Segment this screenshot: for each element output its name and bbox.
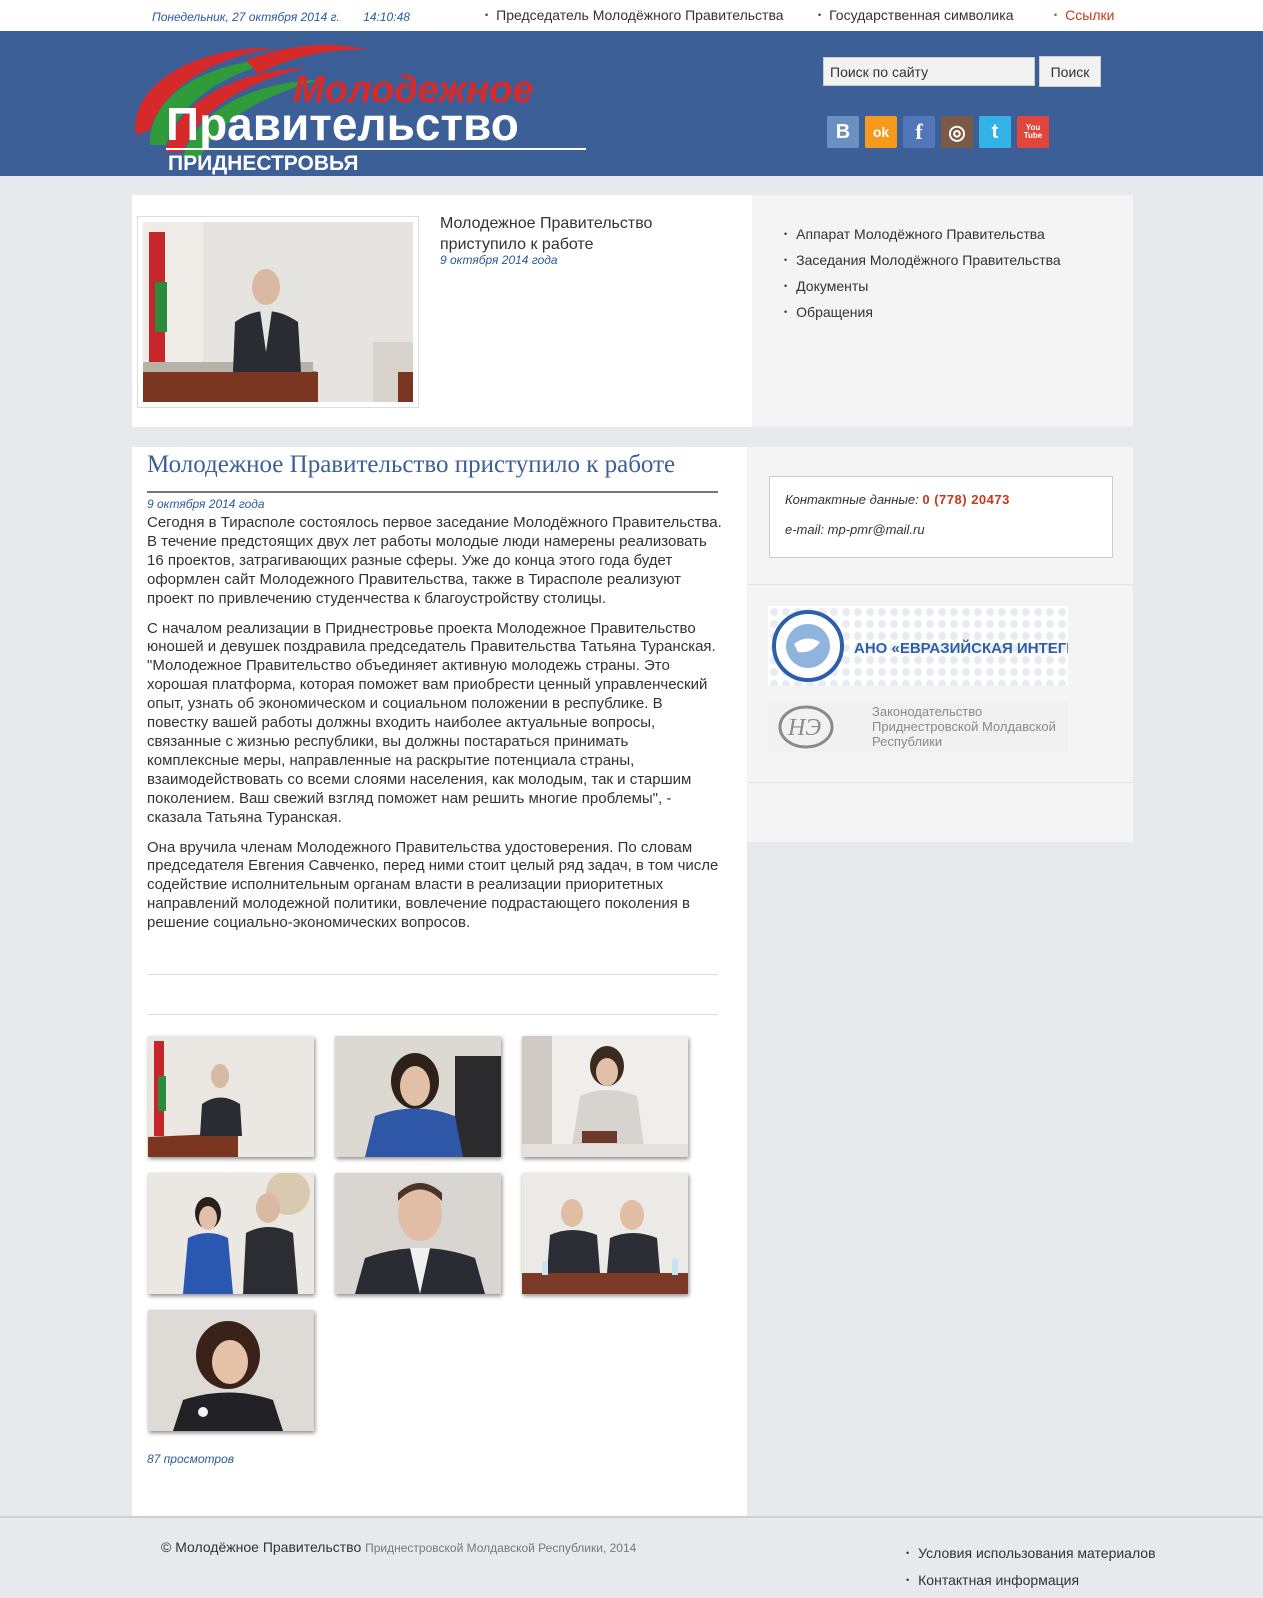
gallery-thumb-4[interactable] [148,1173,314,1294]
footer-link-terms[interactable]: Условия использования материалов [906,1541,1155,1568]
footer-divider [0,1516,1263,1518]
top-bar: Понедельник, 27 октября 2014 г. 14:10:48… [0,0,1263,31]
divider [147,974,718,975]
copyright-main: © Молодёжное Правительство [161,1539,362,1555]
side-menu-item-documents[interactable]: Документы [784,274,1061,300]
gallery-thumb-7[interactable] [148,1310,314,1431]
copyright-rest: Приднестровской Молдавской Республики, 2… [365,1541,637,1555]
featured-date: 9 октября 2014 года [440,253,558,267]
featured-photo [143,222,413,402]
legislation-line1: Законодательство [872,704,982,719]
youtube-icon[interactable]: You Tube [1017,116,1049,148]
eurasian-banner-text: АНО «ЕВРАЗИЙСКАЯ ИНТЕГРАЦИЯ» [854,639,1068,657]
article-title-underline [147,491,718,493]
side-menu: Аппарат Молодёжного Правительства Заседа… [784,222,1061,326]
legislation-banner[interactable]: НЭ Законодательство Приднестровской Молд… [768,702,1068,752]
footer-copyright: © Молодёжное Правительство Приднестровск… [161,1539,636,1555]
gallery-thumb-3[interactable] [522,1036,688,1157]
svg-text:НЭ: НЭ [787,715,821,741]
article-paragraph: Она вручила членам Молодежного Правитель… [147,838,719,932]
contact-label: Контактные данные: [785,492,919,507]
search-button[interactable]: Поиск [1039,56,1101,87]
article-date: 9 октября 2014 года [147,497,265,511]
article-views: 87 просмотров [147,1452,235,1466]
article-title: Молодежное Правительство приступило к ра… [147,451,676,478]
nav-link-chairman[interactable]: Председатель Молодёжного Правительства [485,7,783,23]
side-menu-item-apparatus[interactable]: Аппарат Молодёжного Правительства [784,222,1061,248]
contact-email[interactable]: e-mail: mp-pmr@mail.ru [785,522,925,537]
contact-phone[interactable]: 0 (778) 20473 [922,492,1009,507]
side-menu-item-sessions[interactable]: Заседания Молодёжного Правительства [784,248,1061,274]
sidebar-divider [748,584,1133,585]
search-input[interactable] [823,57,1035,86]
footer-menu: Условия использования материалов Контакт… [906,1541,1156,1595]
gallery-thumb-2[interactable] [335,1036,501,1157]
nav-link-links[interactable]: Ссылки [1054,7,1114,23]
divider [147,1014,718,1015]
article-paragraph: Сегодня в Тирасполе состоялось первое за… [147,514,722,607]
site-logo[interactable]: Молодежное Правительство ПРИДНЕСТРОВЬЯ [128,40,603,175]
gallery-thumb-6[interactable] [522,1173,688,1294]
sidebar-divider [748,782,1133,783]
featured-title[interactable]: Молодежное Правительство приступило к ра… [440,213,710,255]
logo-text-line3: ПРИДНЕСТРОВЬЯ [168,152,358,175]
eurasian-integration-banner[interactable]: АНО «ЕВРАЗИЙСКАЯ ИНТЕГРАЦИЯ» [768,606,1068,686]
odnoklassniki-icon[interactable]: ok [865,116,897,148]
side-menu-item-appeals[interactable]: Обращения [784,300,1061,326]
gallery-thumb-5[interactable] [335,1173,501,1294]
article-paragraph: С началом реализации в Приднестровье про… [147,619,716,826]
twitter-icon[interactable]: t [979,116,1011,148]
nav-link-symbols[interactable]: Государственная символика [818,7,1013,23]
facebook-icon[interactable]: f [903,116,935,148]
gallery-thumb-1[interactable] [148,1036,314,1157]
instagram-icon[interactable]: ◎ [941,116,973,148]
vk-icon[interactable]: B [827,116,859,148]
featured-image[interactable] [137,216,419,408]
legislation-line2: Приднестровской Молдавской [872,719,1056,734]
contact-phone-line: Контактные данные: 0 (778) 20473 [785,492,1010,507]
top-nav: Председатель Молодёжного Правительства Г… [0,7,1263,27]
contact-box: Контактные данные: 0 (778) 20473 e-mail:… [769,476,1113,558]
footer-link-contact[interactable]: Контактная информация [906,1568,1156,1595]
legislation-line3: Республики [872,734,942,749]
article-body: Сегодня в Тирасполе состоялось первое за… [147,514,722,944]
logo-text-line2: Правительство [166,98,519,150]
